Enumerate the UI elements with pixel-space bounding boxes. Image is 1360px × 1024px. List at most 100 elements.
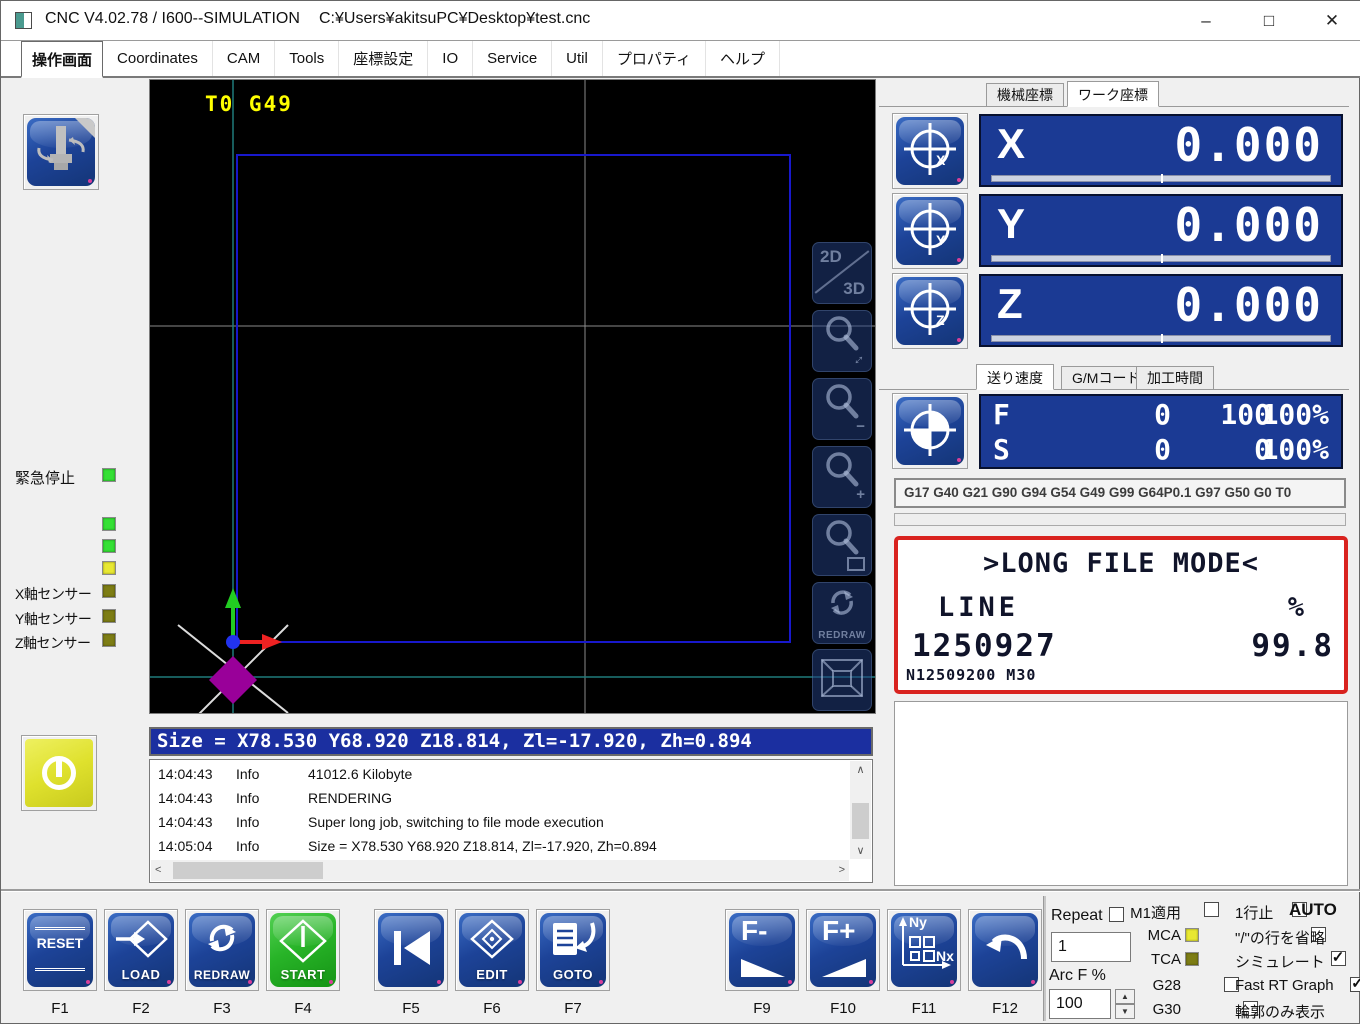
fkey-label-f1: F1 (51, 1000, 69, 1017)
menu-item-tools[interactable]: Tools (275, 41, 340, 76)
message-log[interactable]: 14:04:43 Info 41012.6 Kilobyte 14:04:43 … (149, 759, 873, 883)
app-icon (15, 12, 32, 29)
modal-gcode-status: G17 G40 G21 G90 G94 G54 G49 G99 G64P0.1 … (894, 478, 1346, 508)
datum-button[interactable] (892, 393, 968, 469)
log-row: 14:04:43 Info RENDERING (158, 790, 842, 814)
tab-work-coords[interactable]: ワーク座標 (1067, 81, 1159, 107)
crosshair-z-icon: Z (904, 283, 956, 335)
redraw-button[interactable]: REDRAW (185, 909, 259, 991)
tab-feed-rate[interactable]: 送り速度 (976, 364, 1054, 390)
mca-label: MCA (1147, 927, 1181, 944)
wireframe-box-icon (821, 659, 863, 697)
tool-setup-button[interactable] (23, 114, 99, 190)
scroll-up-icon[interactable]: ∧ (850, 763, 871, 776)
increasing-wedge-icon (822, 959, 866, 977)
status-led-3 (102, 561, 116, 575)
plus-icon: + (856, 486, 865, 503)
start-button[interactable]: START (266, 909, 340, 991)
3d-label: 3D (843, 279, 865, 298)
tab-machining-time[interactable]: 加工時間 (1136, 366, 1214, 389)
axis-value: 0.000 (1174, 118, 1323, 172)
edit-button[interactable]: EDIT (455, 909, 529, 991)
log-row: 14:04:43 Info 41012.6 Kilobyte (158, 766, 842, 790)
goto-button[interactable]: GOTO (536, 909, 610, 991)
magnifier-window-icon (826, 520, 859, 555)
menu-item-coordinates[interactable]: Coordinates (103, 41, 213, 76)
rewind-button[interactable] (374, 909, 448, 991)
start-icon (279, 919, 327, 963)
menu-item-help[interactable]: ヘルプ (706, 41, 780, 76)
spindle-label: S (993, 433, 1010, 466)
array-nesting-button[interactable]: Ny Nx (887, 909, 961, 991)
maximize-button[interactable]: □ (1246, 1, 1292, 41)
log-horizontal-scrollbar[interactable]: < > (151, 860, 849, 881)
menu-item-coordinate-settings[interactable]: 座標設定 (339, 41, 429, 76)
y-coordinate-display: Y 0.000 (979, 194, 1343, 267)
svg-text:Ny: Ny (909, 914, 927, 930)
log-level: Info (236, 766, 260, 782)
z-coordinate-display: Z 0.000 (979, 274, 1343, 347)
menu-item-properties[interactable]: プロパティ (603, 41, 706, 76)
menu-item-io[interactable]: IO (428, 41, 474, 76)
emergency-stop-label: 緊急停止 (15, 470, 76, 487)
log-row: 14:05:04 Info Size = X78.530 Y68.920 Z18… (158, 838, 842, 862)
scrollbar-thumb[interactable] (852, 803, 869, 839)
scroll-down-icon[interactable]: ∨ (850, 844, 871, 857)
view-perspective-button[interactable] (812, 649, 872, 711)
reset-button[interactable]: RESET (23, 909, 97, 991)
menu-item-cam[interactable]: CAM (213, 41, 276, 76)
back-button[interactable] (968, 909, 1042, 991)
view-2d3d-button[interactable]: 2D 3D (812, 242, 872, 304)
g28-label: G28 (1152, 977, 1181, 994)
menu-item-service[interactable]: Service (473, 41, 553, 76)
zoom-in-button[interactable]: + (812, 446, 872, 508)
line-label: LINE (938, 592, 1020, 623)
log-vertical-scrollbar[interactable]: ∧ ∨ (850, 761, 871, 859)
minimize-button[interactable]: – (1183, 1, 1229, 41)
feed-label: F (993, 398, 1010, 431)
auto-mode-label: AUTO (1289, 900, 1337, 919)
simulation-canvas[interactable]: T0 G49 2D 3D ↔ − + REDRAW (149, 79, 876, 714)
f-plus-label: F+ (822, 915, 856, 946)
emergency-stop-led (102, 468, 116, 482)
y-axis-sensor-label: Y軸センサー (15, 611, 92, 627)
axis-x-zero-button[interactable]: X (892, 113, 968, 189)
zoom-window-button[interactable] (812, 514, 872, 576)
axis-load-bar (991, 334, 1331, 343)
m1-apply-checkbox[interactable] (1204, 902, 1220, 917)
simulate-checkbox[interactable] (1330, 948, 1346, 966)
axis-z-zero-button[interactable]: Z (892, 273, 968, 349)
canvas-redraw-button[interactable]: REDRAW (812, 582, 872, 644)
size-status-bar: Size = X78.530 Y68.920 Z18.814, Zl=-17.9… (149, 727, 873, 756)
tca-led (1185, 952, 1199, 966)
zoom-fit-button[interactable]: ↔ (812, 310, 872, 372)
scrollbar-thumb[interactable] (173, 862, 323, 879)
status-led-1 (102, 517, 116, 531)
fast-rt-graph-checkbox[interactable] (1350, 974, 1360, 992)
feed-increase-button[interactable]: F+ (806, 909, 880, 991)
fkey-label-f3: F3 (213, 1000, 231, 1017)
reset-label: RESET (36, 935, 84, 951)
redraw-label: REDRAW (818, 630, 866, 641)
crosshair-x-icon: X (904, 123, 956, 175)
machine-power-button[interactable] (21, 735, 97, 811)
percent-label: % (1287, 592, 1304, 623)
2d-label: 2D (820, 247, 842, 266)
log-level: Info (236, 790, 260, 806)
fkey-label-f12: F12 (992, 1000, 1018, 1017)
load-button[interactable]: LOAD (104, 909, 178, 991)
tab-machine-coords[interactable]: 機械座標 (986, 83, 1064, 106)
fkey-label-f7: F7 (564, 1000, 582, 1017)
menu-item-operation-screen[interactable]: 操作画面 (21, 41, 104, 78)
log-time: 14:04:43 (158, 790, 213, 806)
menu-item-util[interactable]: Util (552, 41, 603, 76)
close-button[interactable]: ✕ (1309, 1, 1355, 41)
scroll-left-icon[interactable]: < (155, 864, 161, 876)
feed-decrease-button[interactable]: F- (725, 909, 799, 991)
axis-letter: X (997, 120, 1026, 167)
axis-y-zero-button[interactable]: Y (892, 193, 968, 269)
log-time: 14:05:04 (158, 838, 213, 854)
simulate-label: シミュレート (1235, 954, 1325, 971)
scroll-right-icon[interactable]: > (839, 864, 845, 876)
zoom-out-button[interactable]: − (812, 378, 872, 440)
